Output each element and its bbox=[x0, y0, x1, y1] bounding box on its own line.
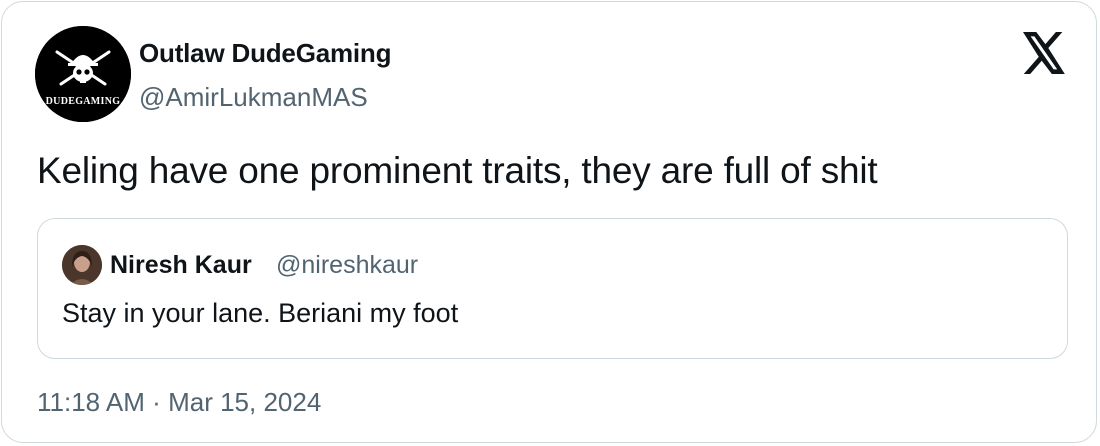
avatar-logo-text: DUDEGAMING bbox=[46, 96, 121, 107]
author-handle[interactable]: @AmirLukmanMAS bbox=[139, 82, 368, 113]
tweet-time[interactable]: 11:18 AM bbox=[37, 387, 145, 417]
quoted-tweet-text: Stay in your lane. Beriani my foot bbox=[62, 298, 459, 328]
profile-photo-icon bbox=[62, 245, 102, 285]
tweet-text: Keling have one prominent traits, they a… bbox=[37, 150, 878, 191]
tweet-date[interactable]: Mar 15, 2024 bbox=[168, 387, 321, 417]
x-logo-icon[interactable] bbox=[1021, 32, 1067, 74]
quoted-author-avatar[interactable] bbox=[62, 245, 102, 285]
timestamp-separator: · bbox=[152, 387, 161, 417]
skull-logo-icon: DUDEGAMING bbox=[35, 26, 131, 122]
tweet-timestamp: 11:18 AM · Mar 15, 2024 bbox=[37, 387, 321, 418]
author-avatar[interactable]: DUDEGAMING bbox=[35, 26, 131, 122]
quoted-author-handle[interactable]: @nireshkaur bbox=[276, 251, 418, 280]
quoted-tweet[interactable]: Niresh Kaur @nireshkaur Stay in your lan… bbox=[37, 218, 1068, 359]
author-display-name[interactable]: Outlaw DudeGaming bbox=[139, 38, 391, 69]
quoted-author-name[interactable]: Niresh Kaur bbox=[110, 251, 252, 280]
tweet-card: DUDEGAMING Outlaw DudeGaming @AmirLukman… bbox=[1, 1, 1097, 443]
